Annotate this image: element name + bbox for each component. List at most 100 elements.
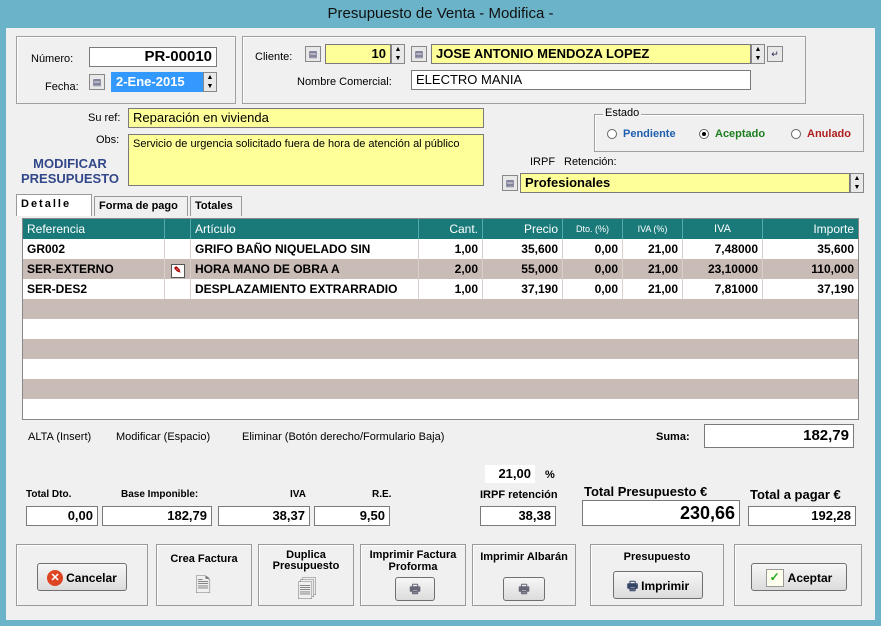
crea-factura-button[interactable]: Crea Factura 🗎 xyxy=(156,544,252,606)
cliente-code-field[interactable]: 10 xyxy=(325,44,391,64)
iva-total-label: IVA xyxy=(290,489,306,500)
cell-articulo: GRIFO BAÑO NIQUELADO SIN xyxy=(191,239,419,259)
edit-note-icon[interactable]: ✎ xyxy=(170,264,185,278)
col-cant[interactable]: Cant. xyxy=(419,219,483,239)
tab-forma-de-pago[interactable]: Forma de pago xyxy=(94,196,188,216)
nombre-comercial-field[interactable]: ELECTRO MANIA xyxy=(411,70,751,90)
duplica-presupuesto-button[interactable]: Duplica Presupuesto 🗐 xyxy=(258,544,354,606)
cell-edit xyxy=(165,279,191,299)
base-imponible-field: 182,79 xyxy=(102,506,212,526)
document-group: Número: PR-00010 Fecha: ▤ 2-Ene-2015 ▲ ▼ xyxy=(16,36,236,104)
irpf-retencion-total-label: IRPF retención xyxy=(480,489,558,501)
estado-pendiente-label[interactable]: Pendiente xyxy=(623,128,676,140)
presupuesto-caption: Presupuesto xyxy=(623,551,691,563)
cell-iva-pct: 21,00 xyxy=(623,259,683,279)
obs-field[interactable]: Servicio de urgencia solicitado fuera de… xyxy=(128,134,484,186)
cell-dto: 0,00 xyxy=(563,239,623,259)
estado-aceptado-radio[interactable] xyxy=(699,129,709,139)
hint-eliminar: Eliminar (Botón derecho/Formulario Baja) xyxy=(242,431,445,443)
grid-header-row: Referencia Artículo Cant. Precio Dto. (%… xyxy=(23,219,858,239)
irpf-percent-field[interactable]: 21,00 xyxy=(484,464,536,484)
detail-grid[interactable]: Referencia Artículo Cant. Precio Dto. (%… xyxy=(22,218,859,420)
col-importe[interactable]: Importe xyxy=(763,219,858,239)
cancelar-button[interactable]: ✕ Cancelar xyxy=(37,563,127,591)
aceptar-panel: ✓ Aceptar xyxy=(734,544,862,606)
re-label: R.E. xyxy=(372,489,392,500)
mode-line-2: PRESUPUESTO xyxy=(20,171,119,186)
cell-iva-pct: 21,00 xyxy=(623,279,683,299)
table-row[interactable]: SER-DES2 DESPLAZAMIENTO EXTRARRADIO 1,00… xyxy=(23,279,858,299)
col-articulo[interactable]: Artículo xyxy=(191,219,419,239)
imprimir-presupuesto-button[interactable]: 🖶 Imprimir xyxy=(613,571,703,599)
cell-iva: 7,48000 xyxy=(683,239,763,259)
suref-field[interactable]: Reparación en vivienda xyxy=(128,108,484,128)
irpf-retencion-field[interactable]: Profesionales xyxy=(520,173,850,193)
cell-cant: 2,00 xyxy=(419,259,483,279)
imprimir-albaran-button[interactable]: 🖶 xyxy=(503,577,545,601)
aceptar-button[interactable]: ✓ Aceptar xyxy=(751,563,847,591)
col-precio[interactable]: Precio xyxy=(483,219,563,239)
nombre-comercial-label: Nombre Comercial: xyxy=(297,76,392,88)
table-row-empty[interactable] xyxy=(23,399,858,419)
re-field: 9,50 xyxy=(314,506,390,526)
cancel-icon: ✕ xyxy=(47,569,64,586)
col-referencia[interactable]: Referencia xyxy=(23,219,165,239)
cliente-code-spinner[interactable]: ▲ ▼ xyxy=(391,44,405,64)
estado-pendiente-radio[interactable] xyxy=(607,129,617,139)
obs-label: Obs: xyxy=(96,134,120,146)
fecha-field[interactable]: 2-Ene-2015 xyxy=(111,72,203,92)
cliente-lookup-icon[interactable]: ▤ xyxy=(305,46,321,62)
table-row[interactable]: GR002 GRIFO BAÑO NIQUELADO SIN 1,00 35,6… xyxy=(23,239,858,259)
cliente-edit-icon[interactable]: ↵ xyxy=(767,46,783,62)
cell-importe: 35,600 xyxy=(817,242,854,256)
printer-icon: 🖶 xyxy=(626,578,639,593)
imprimir-proforma-label-2: Proforma xyxy=(388,561,438,573)
table-row-empty[interactable] xyxy=(23,339,858,359)
cell-importe: 110,000 xyxy=(811,262,854,276)
col-dto[interactable]: Dto. (%) xyxy=(563,219,623,239)
table-row-empty[interactable] xyxy=(23,299,858,319)
suref-label: Su ref: xyxy=(88,112,121,124)
total-dto-label: Total Dto. xyxy=(26,489,72,500)
col-iva[interactable]: IVA xyxy=(683,219,763,239)
calendar-lookup-icon[interactable]: ▤ xyxy=(89,74,105,90)
suma-field: 182,79 xyxy=(704,424,854,448)
cell-edit[interactable]: ✎ xyxy=(165,259,191,279)
irpf-spinner[interactable]: ▲ ▼ xyxy=(850,173,864,193)
cliente-name-field[interactable]: JOSE ANTONIO MENDOZA LOPEZ xyxy=(431,44,751,64)
cell-articulo: HORA MANO DE OBRA A xyxy=(191,259,419,279)
cliente-name-lookup-icon[interactable]: ▤ xyxy=(411,46,427,62)
tab-detalle[interactable]: Detalle xyxy=(16,194,92,216)
estado-anulado-radio[interactable] xyxy=(791,129,801,139)
numero-field[interactable]: PR-00010 xyxy=(89,47,217,67)
cancelar-label: Cancelar xyxy=(66,570,117,585)
cell-referencia: SER-EXTERNO xyxy=(23,259,165,279)
cell-precio: 35,600 xyxy=(483,239,563,259)
col-iva-pct[interactable]: IVA (%) xyxy=(623,219,683,239)
form-body: Número: PR-00010 Fecha: ▤ 2-Ene-2015 ▲ ▼ … xyxy=(6,28,875,620)
table-row[interactable]: SER-EXTERNO ✎ HORA MANO DE OBRA A 2,00 5… xyxy=(23,259,858,279)
cell-iva: 23,10000 xyxy=(683,259,763,279)
table-row-empty[interactable] xyxy=(23,379,858,399)
irpf-lookup-icon[interactable]: ▤ xyxy=(502,175,518,191)
table-row-empty[interactable] xyxy=(23,319,858,339)
mode-line-1: MODIFICAR xyxy=(33,156,107,171)
imprimir-proforma-button[interactable]: 🖶 xyxy=(395,577,435,601)
table-row-empty[interactable] xyxy=(23,359,858,379)
total-presupuesto-field: 230,66 xyxy=(582,500,740,526)
fecha-spinner[interactable]: ▲ ▼ xyxy=(203,72,217,92)
estado-anulado-label[interactable]: Anulado xyxy=(807,128,851,140)
estado-aceptado-label[interactable]: Aceptado xyxy=(715,128,765,140)
imprimir-albaran-label: Imprimir Albarán xyxy=(480,551,568,563)
total-pagar-field: 192,28 xyxy=(748,506,856,526)
duplicate-document-icon: 🗐 xyxy=(297,579,317,601)
tab-totales[interactable]: Totales xyxy=(190,196,242,216)
cliente-name-spinner[interactable]: ▲ ▼ xyxy=(751,44,765,64)
cell-dto: 0,00 xyxy=(563,279,623,299)
cell-edit xyxy=(165,239,191,259)
total-presupuesto-label: Total Presupuesto € xyxy=(584,484,708,499)
cancelar-panel: ✕ Cancelar xyxy=(16,544,148,606)
cell-cant: 1,00 xyxy=(419,279,483,299)
irpf-percent-sign: % xyxy=(545,469,555,481)
cell-importe: 37,190 xyxy=(817,282,854,296)
